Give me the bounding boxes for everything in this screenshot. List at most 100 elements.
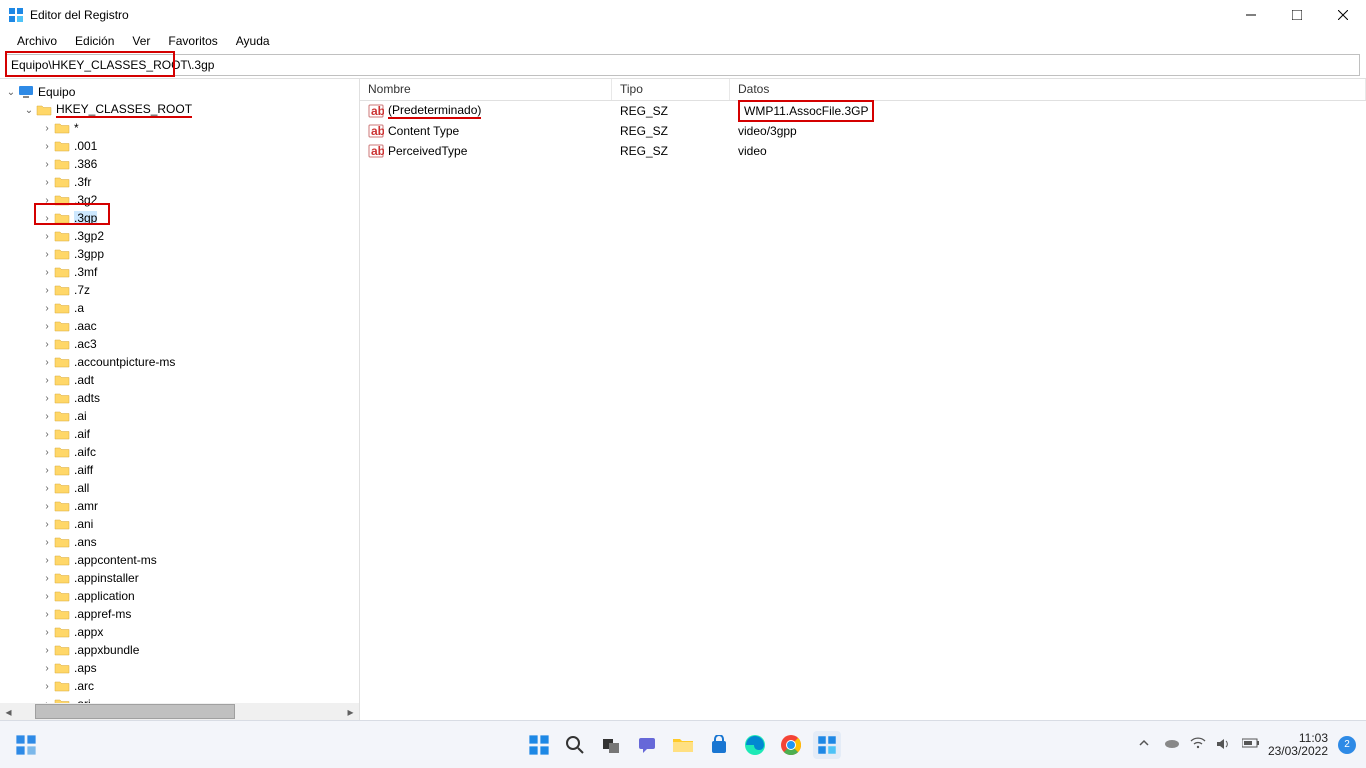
scroll-left-icon[interactable]: ◂ (0, 703, 17, 720)
tree-node[interactable]: .aifc (0, 443, 359, 461)
scroll-thumb[interactable] (35, 704, 235, 719)
menu-ayuda[interactable]: Ayuda (229, 32, 277, 50)
store-button[interactable] (705, 731, 733, 759)
close-button[interactable] (1320, 0, 1366, 30)
menu-favoritos[interactable]: Favoritos (161, 32, 224, 50)
tree-node[interactable]: .aiff (0, 461, 359, 479)
tree-node[interactable]: .aif (0, 425, 359, 443)
menu-ver[interactable]: Ver (125, 32, 157, 50)
tree-node[interactable]: .386 (0, 155, 359, 173)
tree-node[interactable]: .001 (0, 137, 359, 155)
menu-archivo[interactable]: Archivo (10, 32, 64, 50)
tree-node[interactable]: * (0, 119, 359, 137)
expand-chevron-icon[interactable] (40, 231, 54, 242)
minimize-button[interactable] (1228, 0, 1274, 30)
tree-node[interactable]: .3gp2 (0, 227, 359, 245)
expand-chevron-icon[interactable] (40, 357, 54, 368)
expand-chevron-icon[interactable] (40, 519, 54, 530)
col-name-header[interactable]: Nombre (360, 79, 612, 100)
tree-node[interactable]: .3mf (0, 263, 359, 281)
expand-chevron-icon[interactable] (40, 303, 54, 314)
expand-chevron-icon[interactable] (40, 591, 54, 602)
tree-node[interactable]: .amr (0, 497, 359, 515)
expand-chevron-icon[interactable] (40, 321, 54, 332)
expand-chevron-icon[interactable] (22, 105, 36, 116)
col-data-header[interactable]: Datos (730, 79, 1366, 100)
maximize-button[interactable] (1274, 0, 1320, 30)
expand-chevron-icon[interactable] (40, 501, 54, 512)
tree-node[interactable]: .a (0, 299, 359, 317)
expand-chevron-icon[interactable] (40, 249, 54, 260)
expand-chevron-icon[interactable] (40, 609, 54, 620)
expand-chevron-icon[interactable] (40, 195, 54, 206)
tree-node[interactable]: .ai (0, 407, 359, 425)
tree-node[interactable]: HKEY_CLASSES_ROOT (0, 101, 359, 119)
widgets-button[interactable] (12, 731, 40, 759)
tree-node[interactable]: .adts (0, 389, 359, 407)
expand-chevron-icon[interactable] (40, 429, 54, 440)
tree-node[interactable]: .ans (0, 533, 359, 551)
taskview-button[interactable] (597, 731, 625, 759)
tree-node[interactable]: .accountpicture-ms (0, 353, 359, 371)
explorer-button[interactable] (669, 731, 697, 759)
tree-node[interactable]: .aac (0, 317, 359, 335)
chrome-button[interactable] (777, 731, 805, 759)
address-bar[interactable]: Equipo\HKEY_CLASSES_ROOT\.3gp (6, 54, 1360, 76)
tree-node[interactable]: .appinstaller (0, 569, 359, 587)
tree-node[interactable]: Equipo (0, 83, 359, 101)
expand-chevron-icon[interactable] (40, 645, 54, 656)
expand-chevron-icon[interactable] (40, 285, 54, 296)
value-row[interactable]: ab(Predeterminado)REG_SZWMP11.AssocFile.… (360, 101, 1366, 121)
tree-node[interactable]: .appx (0, 623, 359, 641)
value-row[interactable]: abContent TypeREG_SZvideo/3gpp (360, 121, 1366, 141)
expand-chevron-icon[interactable] (40, 375, 54, 386)
expand-chevron-icon[interactable] (40, 141, 54, 152)
tree-node[interactable]: .application (0, 587, 359, 605)
tree-node[interactable]: .3gp (0, 209, 359, 227)
expand-chevron-icon[interactable] (40, 537, 54, 548)
expand-chevron-icon[interactable] (40, 159, 54, 170)
tree-node[interactable]: .all (0, 479, 359, 497)
expand-chevron-icon[interactable] (40, 555, 54, 566)
expand-chevron-icon[interactable] (40, 573, 54, 584)
tree-node[interactable]: .aps (0, 659, 359, 677)
battery-icon[interactable] (1242, 737, 1258, 753)
expand-chevron-icon[interactable] (40, 267, 54, 278)
tree-node[interactable]: .arc (0, 677, 359, 695)
chat-button[interactable] (633, 731, 661, 759)
clock[interactable]: 11:03 23/03/2022 (1268, 732, 1328, 758)
tree-node[interactable]: .adt (0, 371, 359, 389)
expand-chevron-icon[interactable] (40, 411, 54, 422)
tray-chevron-icon[interactable] (1138, 737, 1154, 753)
horizontal-scrollbar[interactable]: ◂ ▸ (0, 703, 359, 720)
tree-node[interactable]: .7z (0, 281, 359, 299)
tree-node[interactable]: .ac3 (0, 335, 359, 353)
tree-node[interactable]: .appcontent-ms (0, 551, 359, 569)
tree-node[interactable]: .3g2 (0, 191, 359, 209)
tree-node[interactable]: .ani (0, 515, 359, 533)
wifi-icon[interactable] (1190, 737, 1206, 753)
expand-chevron-icon[interactable] (40, 393, 54, 404)
tree-node[interactable]: .3fr (0, 173, 359, 191)
onedrive-icon[interactable] (1164, 737, 1180, 753)
expand-chevron-icon[interactable] (40, 663, 54, 674)
tree-pane[interactable]: EquipoHKEY_CLASSES_ROOT*.001.386.3fr.3g2… (0, 79, 360, 720)
expand-chevron-icon[interactable] (40, 213, 54, 224)
taskbar[interactable]: 11:03 23/03/2022 2 (0, 720, 1366, 768)
expand-chevron-icon[interactable] (40, 447, 54, 458)
expand-chevron-icon[interactable] (40, 681, 54, 692)
menu-edicion[interactable]: Edición (68, 32, 121, 50)
volume-icon[interactable] (1216, 737, 1232, 753)
col-type-header[interactable]: Tipo (612, 79, 730, 100)
expand-chevron-icon[interactable] (40, 123, 54, 134)
expand-chevron-icon[interactable] (40, 465, 54, 476)
expand-chevron-icon[interactable] (4, 87, 18, 98)
expand-chevron-icon[interactable] (40, 483, 54, 494)
expand-chevron-icon[interactable] (40, 339, 54, 350)
search-button[interactable] (561, 731, 589, 759)
start-button[interactable] (525, 731, 553, 759)
value-row[interactable]: abPerceivedTypeREG_SZvideo (360, 141, 1366, 161)
tree-node[interactable]: .appxbundle (0, 641, 359, 659)
scroll-right-icon[interactable]: ▸ (342, 703, 359, 720)
expand-chevron-icon[interactable] (40, 177, 54, 188)
